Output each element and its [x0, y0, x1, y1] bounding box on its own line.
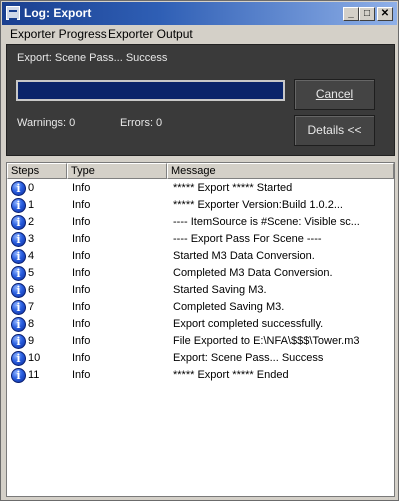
- info-icon: i: [11, 283, 26, 298]
- step-number: 4: [28, 250, 35, 262]
- list-item[interactable]: i 2 Info ---- ItemSource is #Scene: Visible…: [7, 214, 394, 231]
- log-message: ---- Export Pass For Scene ----: [173, 233, 322, 245]
- list-item[interactable]: i 8 Info Export completed successfully.: [7, 316, 394, 333]
- info-icon: i: [11, 198, 26, 213]
- log-message: ***** Export ***** Ended: [173, 369, 289, 381]
- close-button[interactable]: ✕: [377, 7, 393, 21]
- info-icon: i: [11, 249, 26, 264]
- info-icon: i: [11, 317, 26, 332]
- step-number: 3: [28, 233, 35, 245]
- list-item[interactable]: i 9 Info File Exported to E:\NFA\$$$\Tower.…: [7, 333, 394, 350]
- list-item[interactable]: i 4 Info Started M3 Data Conversion.: [7, 248, 394, 265]
- list-item[interactable]: i 6 Info Started Saving M3.: [7, 282, 394, 299]
- log-type: Info: [72, 267, 91, 279]
- column-header-message[interactable]: Message: [167, 163, 394, 179]
- column-header-type[interactable]: Type: [67, 163, 167, 179]
- list-item[interactable]: i 3 Info ---- Export Pass For Scene ----: [7, 231, 394, 248]
- app-icon: [6, 6, 20, 20]
- log-message: Completed Saving M3.: [173, 301, 285, 313]
- maximize-button[interactable]: □: [359, 7, 375, 21]
- details-button[interactable]: Details <<: [294, 115, 375, 146]
- log-type: Info: [72, 199, 91, 211]
- log-message: ***** Export ***** Started: [173, 182, 293, 194]
- list-item[interactable]: i 0 Info ***** Export ***** Started: [7, 180, 394, 197]
- info-icon: i: [11, 300, 26, 315]
- menu-exporter-output[interactable]: Exporter Output: [108, 27, 193, 41]
- step-number: 7: [28, 301, 35, 313]
- list-item[interactable]: i 11 Info ***** Export ***** Ended: [7, 367, 394, 384]
- log-message: Started Saving M3.: [173, 284, 267, 296]
- progress-panel: Export: Scene Pass... Success Cancel War…: [6, 44, 395, 156]
- log-type: Info: [72, 250, 91, 262]
- log-rows: i 0 Info ***** Export ***** Started i 1 Info **…: [7, 180, 394, 384]
- menu-bar: Exporter Progress Exporter Output: [2, 25, 397, 44]
- info-icon: i: [11, 351, 26, 366]
- info-icon: i: [11, 334, 26, 349]
- log-message: Completed M3 Data Conversion.: [173, 267, 333, 279]
- log-type: Info: [72, 216, 91, 228]
- errors-count: Errors: 0: [120, 117, 163, 129]
- list-item[interactable]: i 10 Info Export: Scene Pass... Success: [7, 350, 394, 367]
- progress-bar: [16, 80, 285, 101]
- log-type: Info: [72, 352, 91, 364]
- log-type: Info: [72, 318, 91, 330]
- info-icon: i: [11, 266, 26, 281]
- window-title: Log: Export: [24, 6, 92, 20]
- info-icon: i: [11, 215, 26, 230]
- info-icon: i: [11, 232, 26, 247]
- status-text: Export: Scene Pass... Success: [17, 52, 168, 64]
- progress-fill: [18, 82, 283, 99]
- log-message: File Exported to E:\NFA\$$$\Tower.m3: [173, 335, 360, 347]
- title-bar[interactable]: Log: Export _ □ ✕: [2, 2, 397, 25]
- step-number: 1: [28, 199, 35, 211]
- info-icon: i: [11, 181, 26, 196]
- menu-exporter-progress[interactable]: Exporter Progress: [10, 27, 107, 41]
- list-item[interactable]: i 7 Info Completed Saving M3.: [7, 299, 394, 316]
- log-type: Info: [72, 284, 91, 296]
- warnings-count: Warnings: 0: [17, 117, 76, 129]
- log-type: Info: [72, 233, 91, 245]
- step-number: 0: [28, 182, 35, 194]
- log-type: Info: [72, 335, 91, 347]
- log-type: Info: [72, 369, 91, 381]
- cancel-button[interactable]: Cancel: [294, 79, 375, 110]
- step-number: 10: [28, 352, 41, 364]
- step-number: 9: [28, 335, 35, 347]
- log-message: Export: Scene Pass... Success: [173, 352, 324, 364]
- log-type: Info: [72, 182, 91, 194]
- log-message: ***** Exporter Version:Build 1.0.2...: [173, 199, 343, 211]
- step-number: 11: [28, 369, 40, 381]
- log-message: ---- ItemSource is #Scene: Visible sc...: [173, 216, 360, 228]
- export-log-window: Log: Export _ □ ✕ Exporter Progress Expo…: [0, 0, 399, 501]
- log-message: Export completed successfully.: [173, 318, 324, 330]
- log-type: Info: [72, 301, 91, 313]
- log-message: Started M3 Data Conversion.: [173, 250, 315, 262]
- step-number: 5: [28, 267, 35, 279]
- step-number: 8: [28, 318, 35, 330]
- info-icon: i: [11, 368, 26, 383]
- log-list[interactable]: Steps Type Message i 0 Info ***** Export **…: [6, 162, 395, 497]
- column-header-steps[interactable]: Steps: [7, 163, 67, 179]
- step-number: 2: [28, 216, 35, 228]
- step-number: 6: [28, 284, 35, 296]
- minimize-button[interactable]: _: [343, 7, 359, 21]
- log-list-header: Steps Type Message: [7, 163, 394, 179]
- list-item[interactable]: i 5 Info Completed M3 Data Conversion.: [7, 265, 394, 282]
- list-item[interactable]: i 1 Info ***** Exporter Version:Build 1.0.2…: [7, 197, 394, 214]
